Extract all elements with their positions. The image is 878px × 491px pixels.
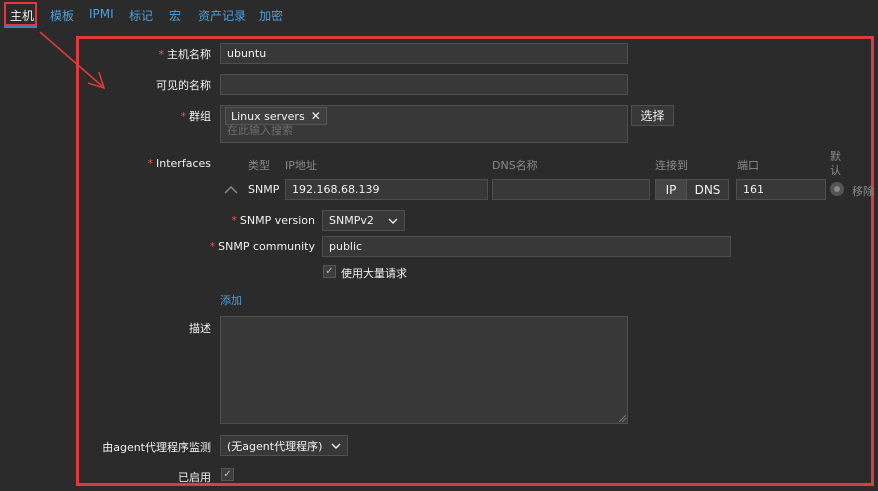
default-interface-radio[interactable] — [830, 182, 844, 196]
active-tab-underline — [4, 26, 37, 28]
interface-ip-input[interactable]: 192.168.68.139 — [285, 179, 488, 200]
tab-ipmi[interactable]: IPMI — [89, 7, 114, 21]
tab-tags[interactable]: 标记 — [129, 7, 153, 24]
checkmark-icon: ✓ — [325, 266, 334, 277]
tab-encryption[interactable]: 加密 — [259, 7, 283, 24]
interfaces-label: * Interfaces — [147, 157, 211, 170]
group-tag: Linux servers ✕ — [225, 107, 327, 125]
col-type: 类型 — [248, 159, 270, 172]
tab-inventory[interactable]: 资产记录 — [198, 7, 246, 24]
add-interface-link[interactable]: 添加 — [220, 292, 242, 308]
bulk-requests-label: 使用大量请求 — [341, 267, 407, 280]
enabled-label: 已启用 — [178, 471, 211, 484]
remove-tag-icon[interactable]: ✕ — [311, 109, 321, 123]
groups-label: * 群组 — [180, 110, 212, 123]
resize-handle-icon[interactable] — [619, 415, 626, 422]
col-default: 默认 — [830, 150, 841, 177]
col-port: 端口 — [737, 159, 759, 172]
interface-type: SNMP — [248, 183, 280, 196]
connect-ip-button[interactable]: IP — [655, 179, 687, 200]
snmp-community-label: * SNMP community — [209, 240, 315, 253]
snmp-version-select[interactable]: SNMPv2 — [322, 210, 405, 231]
proxy-label: 由agent代理程序监测 — [102, 441, 211, 454]
select-groups-button[interactable]: 选择 — [631, 105, 674, 126]
visible-name-label: 可见的名称 — [156, 79, 211, 92]
interface-port-input[interactable]: 161 — [736, 179, 826, 200]
annotation-arrow-icon — [39, 31, 106, 90]
interface-dns-input[interactable] — [492, 179, 650, 200]
tab-templates[interactable]: 模板 — [50, 7, 74, 24]
proxy-select[interactable]: (无agent代理程序) — [220, 435, 348, 456]
snmp-version-label: * SNMP version — [231, 214, 315, 227]
col-connect: 连接到 — [655, 159, 688, 172]
checkmark-icon: ✓ — [223, 469, 232, 480]
tab-host[interactable]: 主机 — [10, 7, 34, 24]
tab-macros[interactable]: 宏 — [169, 7, 181, 24]
hostname-label: * 主机名称 — [158, 48, 212, 61]
connect-dns-button[interactable]: DNS — [686, 179, 729, 200]
visible-name-input[interactable] — [220, 74, 628, 95]
enabled-checkbox[interactable]: ✓ — [221, 468, 234, 481]
collapse-chevron-icon[interactable] — [224, 185, 238, 195]
chevron-down-icon — [388, 218, 398, 224]
description-label: 描述 — [189, 322, 211, 335]
hostname-input[interactable]: ubuntu — [220, 43, 628, 64]
group-tag-label: Linux servers — [231, 109, 305, 123]
description-textarea[interactable] — [220, 316, 628, 424]
bulk-requests-checkbox[interactable]: ✓ — [323, 265, 336, 278]
snmp-community-input[interactable]: public — [322, 236, 731, 257]
col-dns: DNS名称 — [492, 159, 538, 172]
remove-interface-link[interactable]: 移除 — [852, 183, 874, 199]
col-ip: IP地址 — [285, 159, 317, 172]
radio-dot-icon — [834, 186, 840, 192]
chevron-down-icon — [331, 443, 341, 449]
